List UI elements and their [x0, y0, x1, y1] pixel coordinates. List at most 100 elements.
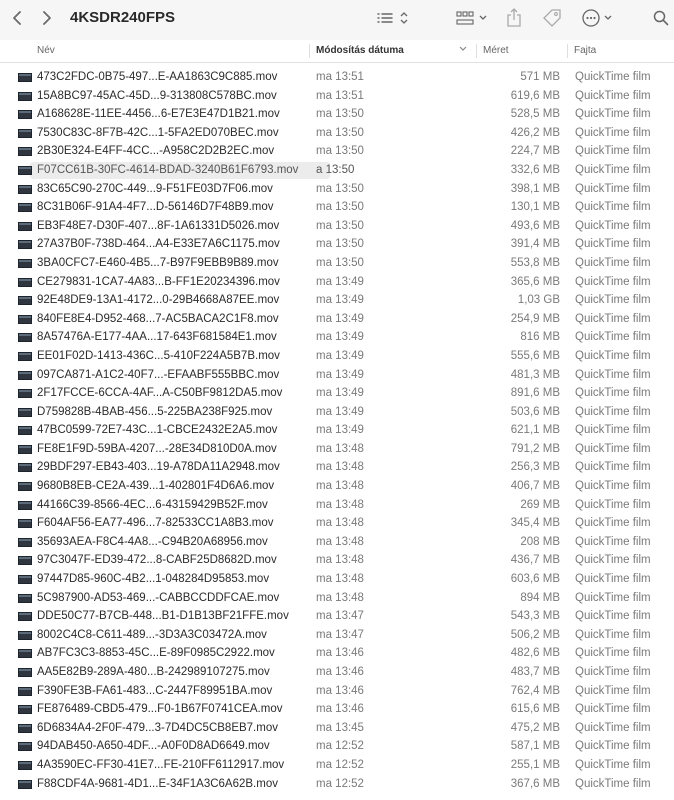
- file-date: ma 13:46: [316, 647, 364, 660]
- file-row[interactable]: 2B30E324-E4FF-4CC...-A958C2D2B2EC.mov ma …: [0, 142, 674, 161]
- file-row[interactable]: 97447D85-960C-4B2...1-048284D95853.mov ma…: [0, 570, 674, 589]
- file-date: ma 13:50: [316, 108, 364, 121]
- file-row[interactable]: 27A37B0F-738D-464...A4-E33E7A6C1175.mov m…: [0, 235, 674, 254]
- video-thumbnail-icon: [18, 537, 32, 547]
- file-row[interactable]: 8002C4C8-C611-489...-3D3A3C03472A.mov ma …: [0, 626, 674, 645]
- share-button[interactable]: [502, 0, 526, 36]
- file-date: ma 13:48: [316, 573, 364, 586]
- file-row[interactable]: DDE50C77-B7CB-448...B1-D1B13BF21FFE.mov m…: [0, 607, 674, 626]
- file-row[interactable]: CE279831-1CA7-4A83...B-FF1E20234396.mov m…: [0, 273, 674, 292]
- file-name: EE01F02D-1413-436C...5-410F224A5B7B.mov: [37, 349, 280, 362]
- file-row[interactable]: F07CC61B-30FC-4614-BDAD-3240B61F6793.mov…: [0, 161, 674, 180]
- file-name: EB3F48E7-D30F-407...8F-1A61331D5026.mov: [37, 219, 280, 232]
- file-size: 256,3 MB: [510, 461, 560, 474]
- file-size: 475,2 MB: [510, 721, 560, 734]
- video-thumbnail-icon: [18, 91, 32, 101]
- file-date: ma 13:48: [316, 442, 364, 455]
- file-row[interactable]: F390FE3B-FA61-483...C-2447F89951BA.mov ma…: [0, 682, 674, 701]
- file-date: ma 13:50: [316, 182, 364, 195]
- file-row[interactable]: EB3F48E7-D30F-407...8F-1A61331D5026.mov m…: [0, 217, 674, 236]
- tag-button[interactable]: [538, 0, 566, 36]
- file-name: DDE50C77-B7CB-448...B1-D1B13BF21FFE.mov: [37, 610, 289, 623]
- file-row[interactable]: F604AF56-EA77-496...7-82533CC1A8B3.mov ma…: [0, 514, 674, 533]
- file-row[interactable]: 9680B8EB-CE2A-439...1-402801F4D6A6.mov ma…: [0, 477, 674, 496]
- file-row[interactable]: FE876489-CBD5-479...F0-1B67F0741CEA.mov m…: [0, 700, 674, 719]
- forward-button[interactable]: [36, 0, 58, 36]
- column-divider[interactable]: [567, 44, 568, 58]
- file-kind: QuickTime film: [575, 480, 651, 493]
- file-size: 130,1 MB: [510, 201, 560, 214]
- file-row[interactable]: EE01F02D-1413-436C...5-410F224A5B7B.mov m…: [0, 347, 674, 366]
- file-kind: QuickTime film: [575, 405, 651, 418]
- file-name: F604AF56-EA77-496...7-82533CC1A8B3.mov: [37, 517, 274, 530]
- file-row[interactable]: 2F17FCCE-6CCA-4AF...A-C50BF9812DA5.mov ma…: [0, 384, 674, 403]
- file-kind: QuickTime film: [575, 312, 651, 325]
- file-size: 406,7 MB: [510, 480, 560, 493]
- view-options-button[interactable]: [374, 0, 414, 36]
- video-thumbnail-icon: [18, 482, 32, 492]
- file-size: 762,4 MB: [510, 684, 560, 697]
- file-date: ma 13:49: [316, 312, 364, 325]
- column-date-header[interactable]: Módosítás dátuma: [316, 40, 404, 62]
- video-thumbnail-icon: [18, 426, 32, 436]
- sort-indicator[interactable]: [458, 40, 468, 62]
- file-row[interactable]: 35693AEA-F8C4-4A8...-C94B20A68956.mov ma …: [0, 533, 674, 552]
- file-row[interactable]: 83C65C90-270C-449...9-F51FE03D7F06.mov ma…: [0, 180, 674, 199]
- file-row[interactable]: 8C31B06F-91A4-4F7...D-56146D7F48B9.mov ma…: [0, 198, 674, 217]
- column-divider[interactable]: [309, 44, 310, 58]
- file-date: ma 13:47: [316, 628, 364, 641]
- file-row[interactable]: F88CDF4A-9681-4D1...E-34F1A3C6A62B.mov ma…: [0, 775, 674, 794]
- video-thumbnail-icon: [18, 500, 32, 510]
- file-row[interactable]: AB7FC3C3-8853-45C...E-89F0985C2922.mov ma…: [0, 644, 674, 663]
- file-row[interactable]: FE8E1F9D-59BA-4207...-28E34D810D0A.mov ma…: [0, 440, 674, 459]
- file-row[interactable]: 47BC0599-72E7-43C...1-CBCE2432E2A5.mov ma…: [0, 421, 674, 440]
- file-size: 482,6 MB: [510, 647, 560, 660]
- group-button[interactable]: [452, 0, 492, 36]
- chevron-right-icon: [43, 11, 51, 25]
- file-date: ma 13:50: [316, 145, 364, 158]
- file-kind: QuickTime film: [575, 238, 651, 251]
- file-row[interactable]: 29BDF297-EB43-403...19-A78DA11A2948.mov m…: [0, 458, 674, 477]
- search-icon: [653, 10, 669, 26]
- column-divider[interactable]: [476, 44, 477, 58]
- file-name: 8A57476A-E177-4AA...17-643F681584E1.mov: [37, 331, 277, 344]
- file-row[interactable]: 473C2FDC-0B75-497...E-AA1863C9C885.mov ma…: [0, 68, 674, 87]
- file-date: ma 12:52: [316, 758, 364, 771]
- file-row[interactable]: 840FE8E4-D952-468...7-AC5BACA2C1F8.mov ma…: [0, 310, 674, 329]
- back-button[interactable]: [6, 0, 28, 36]
- more-actions-button[interactable]: [580, 0, 616, 36]
- file-size: 426,2 MB: [510, 126, 560, 139]
- file-row[interactable]: 8A57476A-E177-4AA...17-643F681584E1.mov m…: [0, 328, 674, 347]
- column-name-header[interactable]: Név: [37, 40, 55, 62]
- file-row[interactable]: 94DAB450-A650-4DF...-A0F0D8AD6649.mov ma …: [0, 737, 674, 756]
- file-kind: QuickTime film: [575, 424, 651, 437]
- file-size: 543,3 MB: [510, 610, 560, 623]
- file-row[interactable]: 15A8BC97-45AC-45D...9-313808C578BC.mov ma…: [0, 87, 674, 106]
- file-row[interactable]: D759828B-4BAB-456...5-225BA238F925.mov ma…: [0, 403, 674, 422]
- file-row[interactable]: 5C987900-AD53-469...-CABBCCDDFCAE.mov ma …: [0, 589, 674, 608]
- file-row[interactable]: 4A3590EC-FF30-41E7...FE-210FF6112917.mov…: [0, 756, 674, 775]
- file-row[interactable]: 097CA871-A1C2-40F7...-EFAABF555BBC.mov ma…: [0, 366, 674, 385]
- file-name: 6D6834A4-2F0F-479...3-7D4DC5CB8EB7.mov: [37, 721, 278, 734]
- file-row[interactable]: 7530C83C-8F7B-42C...1-5FA2ED070BEC.mov ma…: [0, 124, 674, 143]
- file-date: ma 13:49: [316, 275, 364, 288]
- file-row[interactable]: 3BA0CFC7-E460-4B5...7-B97F9EBB9B89.mov ma…: [0, 254, 674, 273]
- video-thumbnail-icon: [18, 760, 32, 770]
- file-kind: QuickTime film: [575, 610, 651, 623]
- file-row[interactable]: 92E48DE9-13A1-4172...0-29B4668A87EE.mov m…: [0, 291, 674, 310]
- file-name: 097CA871-A1C2-40F7...-EFAABF555BBC.mov: [37, 368, 280, 381]
- file-row[interactable]: A168628E-11EE-4456...6-E7E3E47D1B21.mov m…: [0, 105, 674, 124]
- column-size-header[interactable]: Méret: [483, 40, 509, 62]
- file-row[interactable]: 6D6834A4-2F0F-479...3-7D4DC5CB8EB7.mov ma…: [0, 719, 674, 738]
- video-thumbnail-icon: [18, 314, 32, 324]
- file-row[interactable]: 97C3047F-ED39-472...8-CABF25D8682D.mov ma…: [0, 551, 674, 570]
- list-view-icon: [377, 12, 408, 24]
- file-name: 2F17FCCE-6CCA-4AF...A-C50BF9812DA5.mov: [37, 387, 283, 400]
- gallery-grid-icon: [456, 11, 487, 25]
- search-button[interactable]: [650, 0, 672, 36]
- file-row[interactable]: AA5E82B9-289A-480...B-242989107275.mov ma…: [0, 663, 674, 682]
- file-row[interactable]: 44166C39-8566-4EC...6-43159429B52F.mov ma…: [0, 496, 674, 515]
- column-kind-header[interactable]: Fajta: [574, 40, 596, 62]
- video-thumbnail-icon: [18, 165, 32, 175]
- video-thumbnail-icon: [18, 612, 32, 622]
